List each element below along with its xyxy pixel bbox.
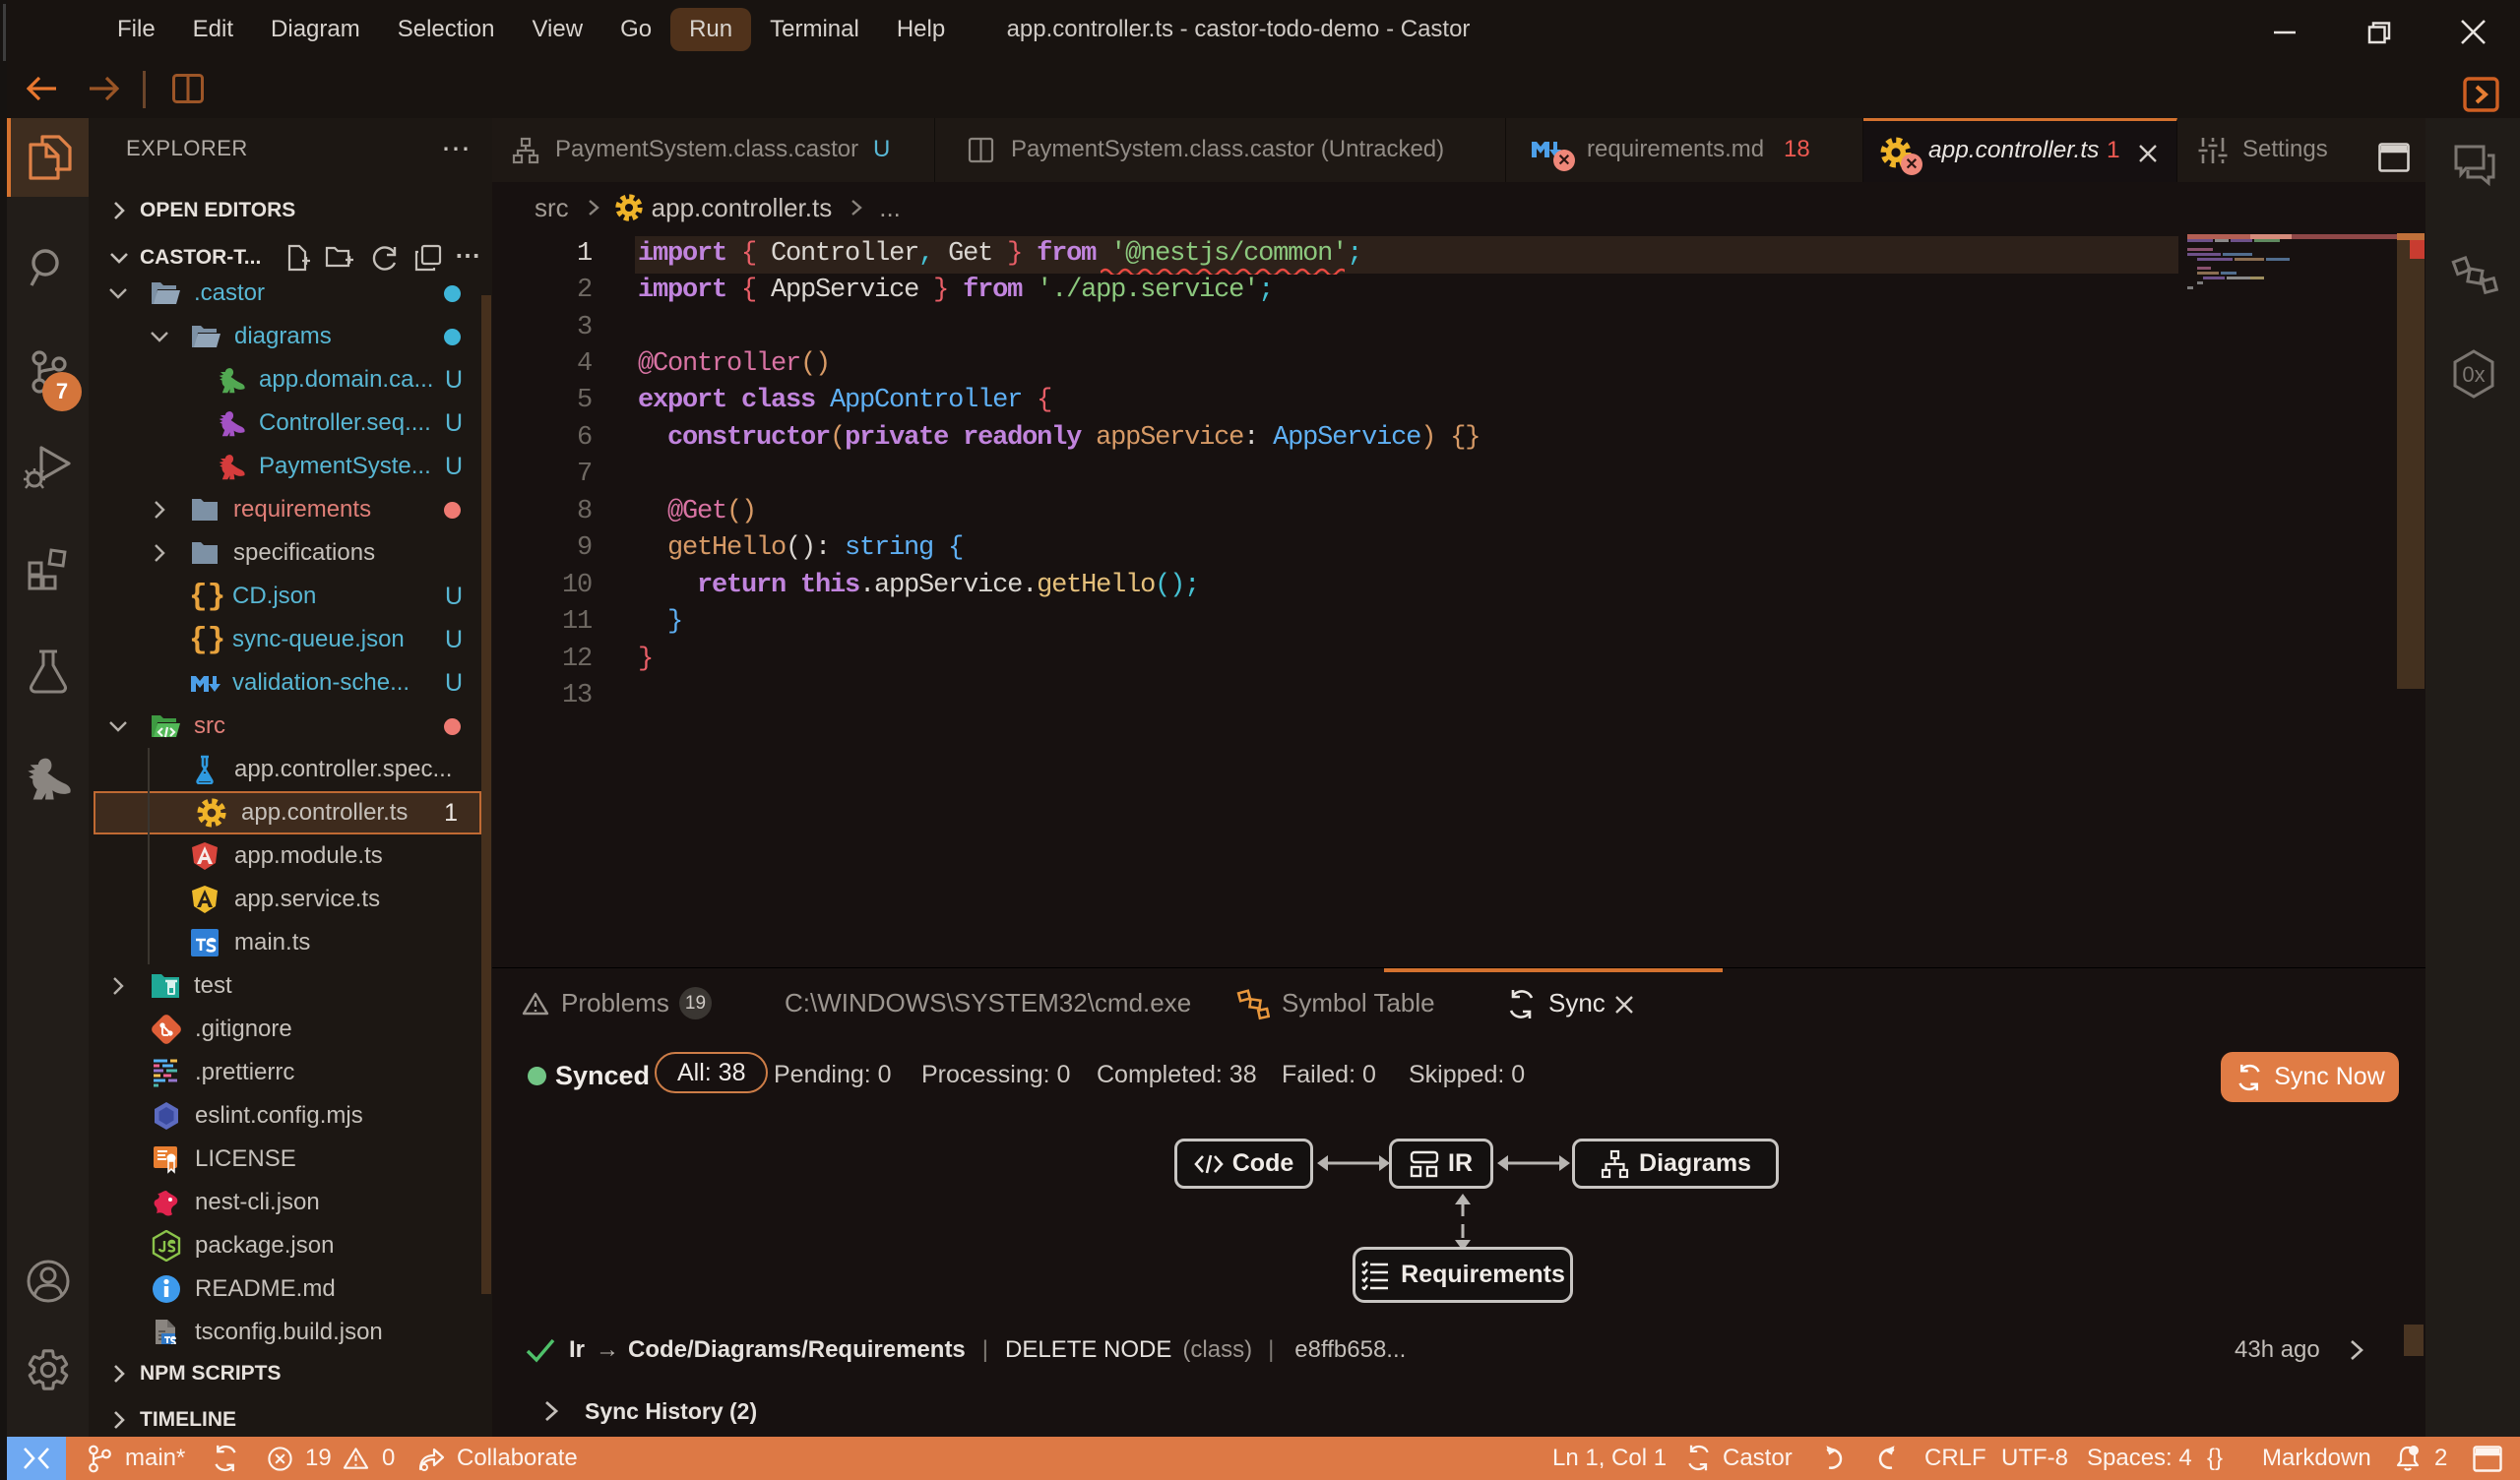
svg-text:0x: 0x <box>2462 362 2485 387</box>
